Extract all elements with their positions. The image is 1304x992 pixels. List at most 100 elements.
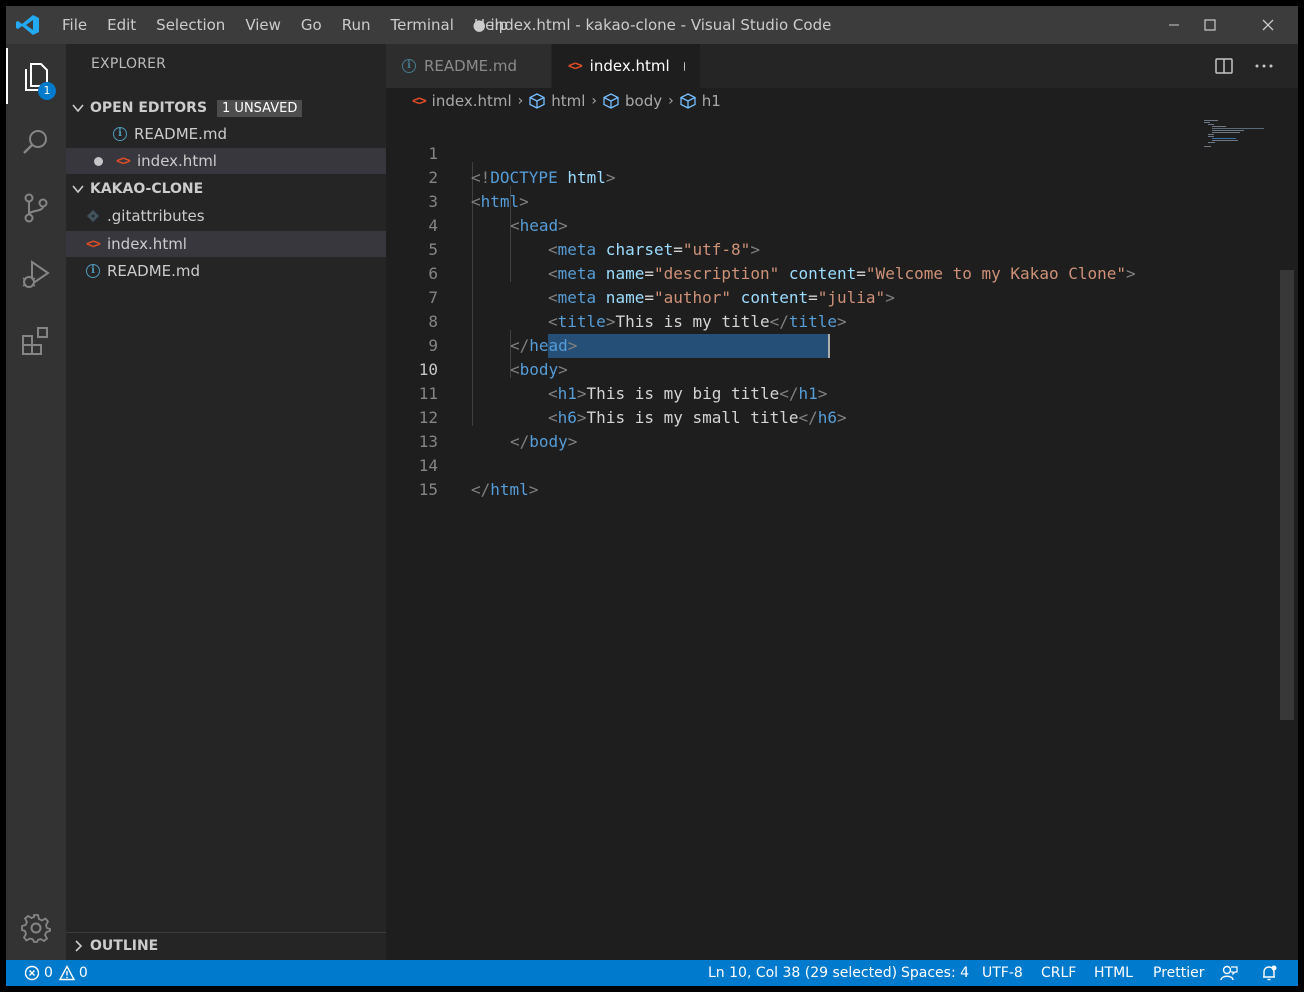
breadcrumb-item-h1[interactable]: h1 — [702, 92, 721, 110]
menu-terminal[interactable]: Terminal — [381, 6, 464, 44]
git-file-icon — [85, 208, 101, 224]
unsaved-badge: 1 UNSAVED — [217, 99, 303, 117]
language-mode[interactable]: HTML — [1094, 960, 1133, 986]
activity-run-debug[interactable] — [6, 246, 66, 302]
code-line: 3 <head> — [386, 166, 1280, 235]
extensions-icon — [22, 327, 48, 355]
chevron-down-icon — [66, 95, 90, 121]
menu-view[interactable]: View — [235, 6, 291, 44]
file-label: README.md — [107, 262, 201, 280]
editor-scrollbar[interactable] — [1280, 114, 1298, 960]
explorer-title: EXPLORER — [91, 56, 167, 72]
eol-setting[interactable]: CRLF — [1041, 960, 1076, 986]
element-icon — [529, 93, 545, 109]
run-debug-icon — [22, 260, 50, 288]
menu-selection[interactable]: Selection — [146, 6, 235, 44]
feedback-button[interactable] — [1220, 960, 1238, 986]
activity-manage[interactable] — [6, 900, 66, 956]
close-window-button[interactable] — [1242, 6, 1294, 44]
code-line: 14 </html> — [386, 430, 1280, 499]
vscode-logo-icon — [16, 14, 40, 36]
menu-help[interactable]: Help — [464, 6, 518, 44]
close-icon — [1262, 19, 1274, 31]
outline-header[interactable]: OUTLINE — [66, 933, 386, 959]
encoding-setting[interactable]: UTF-8 — [982, 960, 1023, 986]
chevron-right-icon: › — [591, 93, 598, 109]
title-bar: File Edit Selection View Go Run Terminal… — [6, 6, 1298, 44]
menu-bar: File Edit Selection View Go Run Terminal… — [52, 6, 518, 44]
more-actions-button[interactable] — [1252, 54, 1276, 78]
tab-label: README.md — [424, 57, 518, 75]
tab-readme[interactable]: i README.md — [386, 44, 551, 88]
html-file-icon: <> — [412, 93, 427, 109]
chevron-right-icon — [66, 933, 90, 959]
breadcrumb-item-body[interactable]: body — [625, 92, 662, 110]
html-file-icon: <> — [86, 236, 101, 252]
project-header[interactable]: KAKAO-CLONE — [66, 176, 386, 202]
error-icon — [24, 965, 40, 981]
file-label: index.html — [107, 235, 187, 253]
split-editor-button[interactable] — [1212, 54, 1236, 78]
menu-run[interactable]: Run — [332, 6, 381, 44]
file-item-index[interactable]: <> index.html — [66, 231, 386, 257]
chevron-down-icon — [66, 176, 90, 202]
explorer-badge: 1 — [38, 82, 56, 100]
open-editor-item-readme[interactable]: i README.md — [66, 121, 386, 147]
minimize-icon — [1169, 24, 1179, 26]
info-icon: i — [402, 59, 416, 73]
maximize-button[interactable] — [1184, 6, 1236, 44]
activity-search[interactable] — [6, 114, 66, 170]
status-bar: 0 0 Ln 10, Col 38 (29 selected) Spaces: … — [6, 960, 1298, 986]
prettier-status[interactable]: Prettier — [1153, 960, 1205, 986]
code-line: 5 <meta name="description" content="Welc… — [386, 214, 1280, 283]
activity-bar: 1 — [6, 44, 66, 960]
code-line: 6 <meta name="author" content="julia"> — [386, 238, 1280, 307]
activity-extensions[interactable] — [6, 312, 66, 368]
code-line: 13 — [386, 406, 1280, 451]
element-icon — [680, 93, 696, 109]
menu-file[interactable]: File — [52, 6, 97, 44]
element-icon — [603, 93, 619, 109]
html-file-icon: <> — [568, 58, 583, 74]
warning-icon — [58, 965, 75, 981]
split-editor-icon — [1215, 58, 1233, 74]
vscode-window: File Edit Selection View Go Run Terminal… — [6, 6, 1298, 986]
notifications-button[interactable] — [1260, 960, 1278, 986]
code-line: 11 <h6>This is my small title</h6> — [386, 358, 1280, 427]
warning-count: 0 — [78, 965, 88, 981]
open-editor-label: README.md — [134, 125, 228, 143]
open-editor-item-index[interactable]: <> index.html — [66, 148, 386, 174]
bell-icon — [1263, 965, 1277, 981]
breadcrumb-item-html[interactable]: html — [551, 92, 585, 110]
code-editor[interactable]: 1 <!DOCTYPE html> 2 <html> 3 <head> 4 <m… — [386, 114, 1298, 960]
code-line: 15 — [386, 454, 1280, 499]
activity-source-control[interactable] — [6, 180, 66, 236]
scrollbar-thumb[interactable] — [1280, 270, 1294, 720]
gear-icon — [21, 914, 51, 943]
outline-label: OUTLINE — [90, 938, 159, 954]
breadcrumb: <> index.html › html › body › h1 — [386, 88, 1298, 114]
menu-edit[interactable]: Edit — [97, 6, 146, 44]
activity-explorer[interactable]: 1 — [6, 48, 66, 104]
menu-go[interactable]: Go — [291, 6, 332, 44]
breadcrumb-item-file[interactable]: index.html — [432, 92, 512, 110]
minimap[interactable] — [1200, 114, 1280, 154]
problems-indicator[interactable]: 0 0 — [24, 960, 88, 986]
project-label: KAKAO-CLONE — [90, 181, 204, 197]
html-file-icon: <> — [116, 153, 131, 169]
open-editor-label: index.html — [137, 152, 217, 170]
tab-label: index.html — [589, 57, 670, 75]
search-icon — [23, 130, 47, 154]
open-editors-header[interactable]: OPEN EDITORS 1 UNSAVED — [66, 95, 386, 121]
info-icon: i — [85, 263, 101, 279]
file-item-gitattributes[interactable]: .gitattributes — [66, 203, 386, 229]
file-item-readme[interactable]: i README.md — [66, 258, 386, 284]
line-number: 15 — [418, 480, 438, 499]
ellipsis-icon — [1255, 64, 1273, 68]
tab-index[interactable]: <> index.html — [552, 44, 700, 88]
source-control-icon — [24, 193, 48, 223]
code-line: 4 <meta charset="utf-8"> — [386, 190, 1280, 259]
code-line: 10 <h1>This is my big title</h1> — [386, 334, 1280, 403]
indentation-setting[interactable]: Spaces: 4 — [901, 960, 969, 986]
cursor-position[interactable]: Ln 10, Col 38 (29 selected) — [708, 960, 897, 986]
